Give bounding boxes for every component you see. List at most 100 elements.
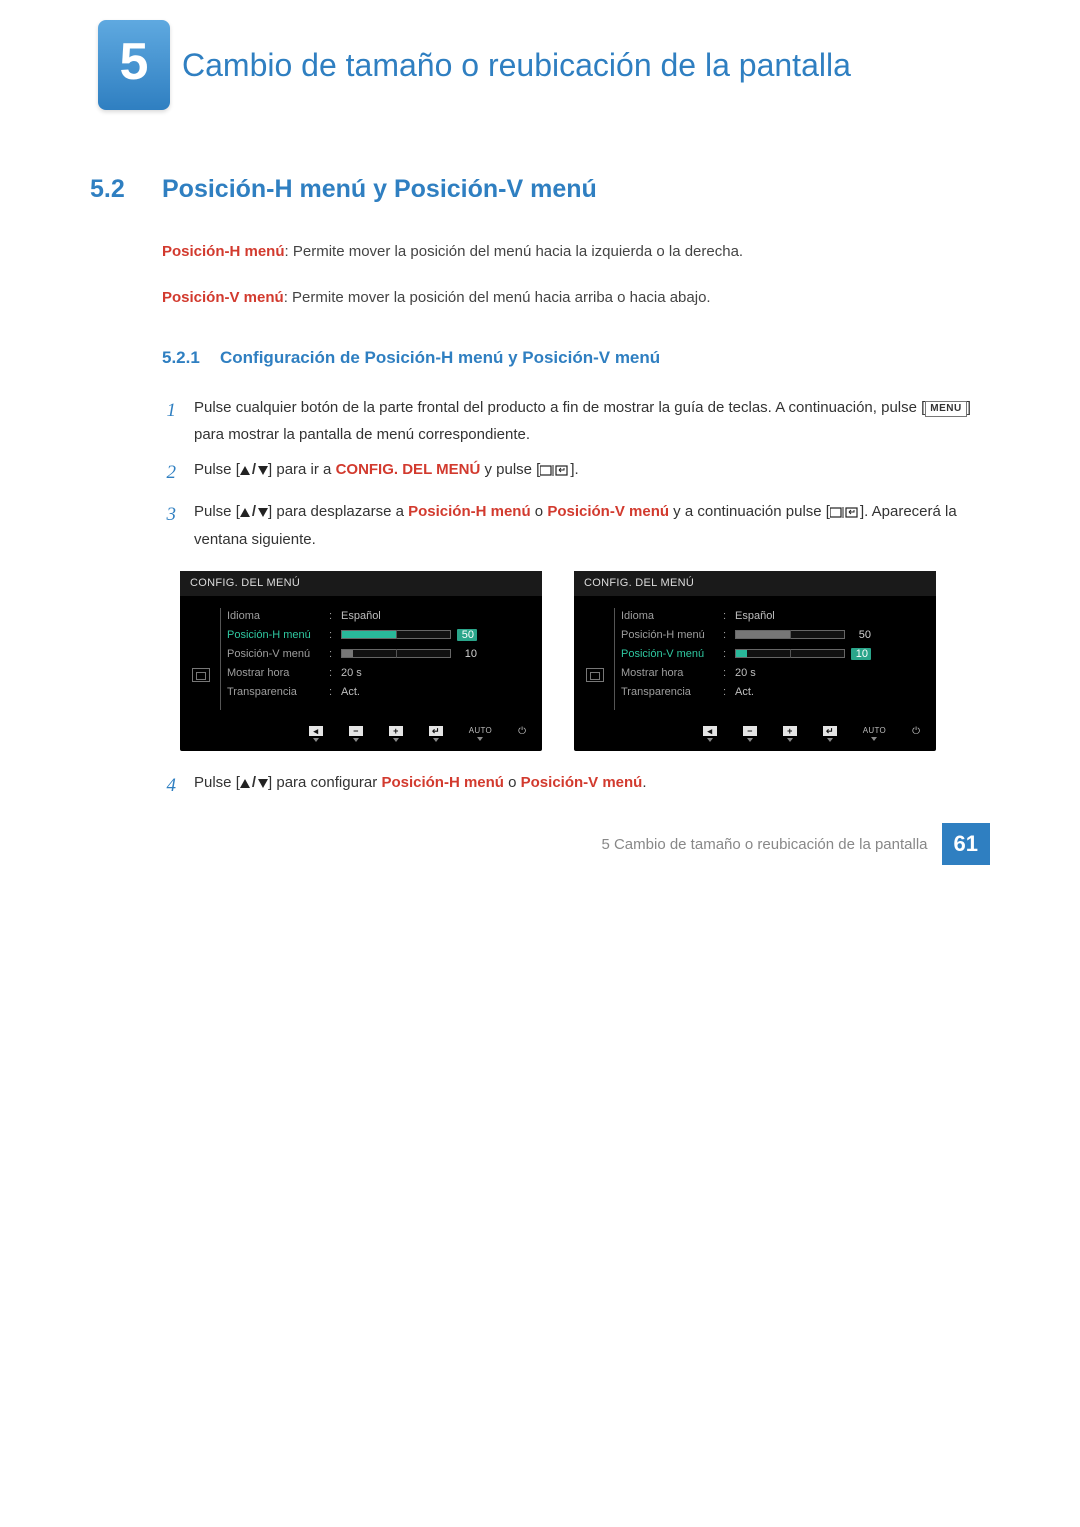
osd-label-highlighted: Posición-H menú xyxy=(227,629,323,641)
step2-text-a: Pulse [ xyxy=(194,461,240,478)
triangle-down-icon xyxy=(258,508,268,517)
page-footer: 5 Cambio de tamaño o reubicación de la p… xyxy=(601,823,990,865)
osd-value: 10 xyxy=(457,648,477,660)
osd-label: Idioma xyxy=(227,610,323,622)
osd-side-icon xyxy=(582,606,608,716)
osd-value: Español xyxy=(341,610,381,622)
chapter-header: 5 Cambio de tamaño o reubicación de la p… xyxy=(98,20,990,110)
osd-label: Transparencia xyxy=(621,686,717,698)
step2-text-b: ] para ir a xyxy=(268,461,336,478)
osd-value: 20 s xyxy=(341,667,362,679)
footer-text: 5 Cambio de tamaño o reubicación de la p… xyxy=(601,836,927,853)
osd-panel-h: CONFIG. DEL MENÚ Idioma : Español Posici… xyxy=(180,571,542,751)
step-1: 1 Pulse cualquier botón de la parte fron… xyxy=(162,394,990,448)
osd-value: 20 s xyxy=(735,667,756,679)
page-number: 61 xyxy=(942,823,990,865)
triangle-up-icon xyxy=(240,508,250,517)
osd-footer: ◂ − + ↵ AUTO ⏻ xyxy=(180,722,542,751)
osd-row: CONFIG. DEL MENÚ Idioma : Español Posici… xyxy=(180,571,990,751)
osd-label-highlighted: Posición-V menú xyxy=(621,648,717,660)
triangle-up-icon xyxy=(240,779,250,788)
osd-item-mostrar: Mostrar hora : 20 s xyxy=(621,663,922,682)
pos-v-label: Posición-V menú xyxy=(521,774,643,791)
step4-text-b: ] para configurar xyxy=(268,774,381,791)
osd-side-icon xyxy=(188,606,214,716)
step-number: 4 xyxy=(162,769,176,803)
osd-btn-plus: + xyxy=(783,726,797,743)
osd-label: Mostrar hora xyxy=(227,667,323,679)
config-menu-label: CONFIG. DEL MENÚ xyxy=(336,461,481,478)
term-h: Posición-H menú xyxy=(162,243,285,260)
step-number: 3 xyxy=(162,498,176,553)
definitions: Posición-H menú: Permite mover la posici… xyxy=(162,240,990,310)
osd-item-posv: Posición-V menú : 10 xyxy=(227,644,528,663)
osd-value: Español xyxy=(735,610,775,622)
osd-btn-minus: − xyxy=(349,726,363,743)
step4-text-c: o xyxy=(504,774,521,791)
steps-list-continued: 4 Pulse [/] para configurar Posición-H m… xyxy=(162,769,990,803)
osd-slider: 10 xyxy=(735,648,871,660)
osd-btn-back: ◂ xyxy=(703,726,717,743)
menu-button-tag: MENU xyxy=(925,401,966,417)
osd-footer: ◂ − + ↵ AUTO ⏻ xyxy=(574,722,936,751)
step3-text-a: Pulse [ xyxy=(194,503,240,520)
osd-btn-power: ⏻ xyxy=(912,726,920,743)
subsection-number: 5.2.1 xyxy=(162,348,220,368)
chapter-title: Cambio de tamaño o reubicación de la pan… xyxy=(182,47,851,84)
section-number: 5.2 xyxy=(90,175,162,204)
step-2: 2 Pulse [/] para ir a CONFIG. DEL MENÚ y… xyxy=(162,456,990,490)
osd-label: Idioma xyxy=(621,610,717,622)
step3-text-b: ] para desplazarse a xyxy=(268,503,408,520)
pos-v-label: Posición-V menú xyxy=(547,503,669,520)
pos-h-label: Posición-H menú xyxy=(408,503,531,520)
step4-text-a: Pulse [ xyxy=(194,774,240,791)
osd-slider: 50 xyxy=(735,629,871,641)
monitor-icon xyxy=(192,668,210,682)
osd-value: 50 xyxy=(457,629,477,641)
osd-slider: 10 xyxy=(341,648,477,660)
step1-text-a: Pulse cualquier botón de la parte fronta… xyxy=(194,399,925,416)
osd-btn-auto: AUTO xyxy=(863,726,886,743)
steps-list: 1 Pulse cualquier botón de la parte fron… xyxy=(162,394,990,553)
step3-text-d: y a continuación pulse [ xyxy=(669,503,830,520)
step4-text-d: . xyxy=(642,774,646,791)
osd-item-idioma: Idioma : Español xyxy=(227,606,528,625)
step-4: 4 Pulse [/] para configurar Posición-H m… xyxy=(162,769,990,803)
osd-item-posh: Posición-H menú : 50 xyxy=(621,625,922,644)
subsection-title: 5.2.1Configuración de Posición-H menú y … xyxy=(162,348,990,368)
osd-item-posh: Posición-H menú : 50 xyxy=(227,625,528,644)
osd-btn-enter: ↵ xyxy=(823,726,837,743)
osd-header: CONFIG. DEL MENÚ xyxy=(180,571,542,596)
slash-icon: / xyxy=(250,498,258,525)
chapter-number-badge: 5 xyxy=(98,20,170,110)
osd-btn-back: ◂ xyxy=(309,726,323,743)
osd-header: CONFIG. DEL MENÚ xyxy=(574,571,936,596)
slash-icon: / xyxy=(250,769,258,796)
source-enter-icon xyxy=(830,499,860,526)
osd-divider xyxy=(614,608,615,710)
osd-value: Act. xyxy=(735,686,754,698)
osd-item-idioma: Idioma : Español xyxy=(621,606,922,625)
triangle-down-icon xyxy=(258,466,268,475)
osd-label: Posición-H menú xyxy=(621,629,717,641)
osd-btn-power: ⏻ xyxy=(518,726,526,743)
step-number: 2 xyxy=(162,456,176,490)
def-h-desc: : Permite mover la posición del menú hac… xyxy=(285,243,744,260)
osd-value: 50 xyxy=(851,629,871,641)
osd-btn-auto: AUTO xyxy=(469,726,492,743)
subsection-heading-text: Configuración de Posición-H menú y Posic… xyxy=(220,348,660,367)
osd-btn-plus: + xyxy=(389,726,403,743)
step3-text-c: o xyxy=(531,503,548,520)
osd-value: 10 xyxy=(851,648,871,660)
osd-item-posv: Posición-V menú : 10 xyxy=(621,644,922,663)
term-v: Posición-V menú xyxy=(162,289,284,306)
osd-item-trans: Transparencia : Act. xyxy=(227,682,528,701)
osd-btn-minus: − xyxy=(743,726,757,743)
triangle-down-icon xyxy=(258,779,268,788)
osd-label: Transparencia xyxy=(227,686,323,698)
section-heading-text: Posición-H menú y Posición-V menú xyxy=(162,175,597,203)
osd-item-mostrar: Mostrar hora : 20 s xyxy=(227,663,528,682)
monitor-icon xyxy=(586,668,604,682)
step2-text-c: y pulse [ xyxy=(480,461,540,478)
osd-item-trans: Transparencia : Act. xyxy=(621,682,922,701)
